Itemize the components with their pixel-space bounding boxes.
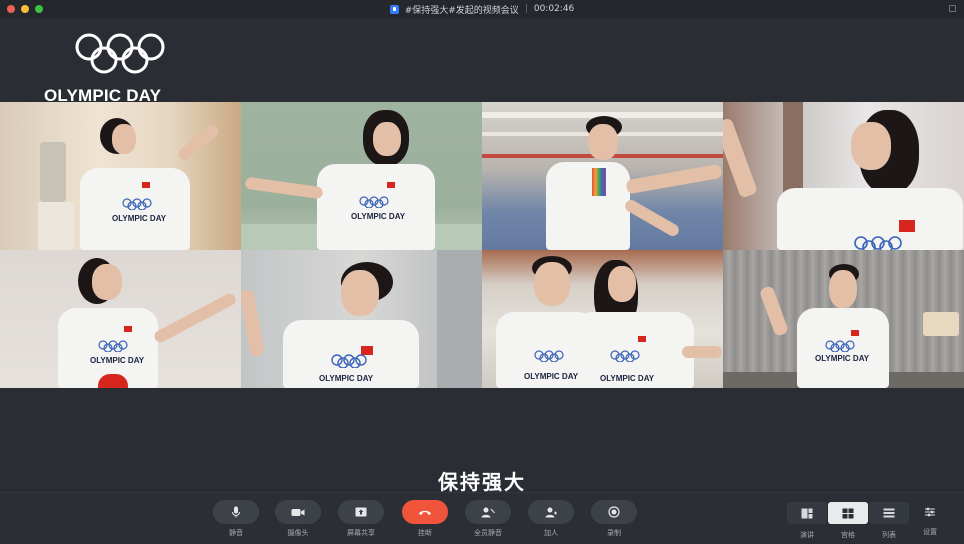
video-tile[interactable]: OLYMPIC DAY bbox=[241, 250, 482, 388]
shirt-text: OLYMPIC DAY bbox=[319, 374, 374, 383]
invite-button[interactable]: 加人 bbox=[528, 500, 574, 544]
window-title-area: #保持强大#发起的视频会议 | 00:02:46 bbox=[0, 0, 964, 18]
list-view-button[interactable]: 列表 bbox=[869, 502, 909, 540]
invite-pill bbox=[528, 500, 574, 524]
shirt-text: OLYMPIC DAY bbox=[112, 214, 167, 223]
shirt-text: OLYMPIC DAY bbox=[815, 354, 870, 363]
shirt-text: OLYMPIC DAY bbox=[351, 212, 406, 221]
camera-label: 摄像头 bbox=[287, 529, 309, 537]
olympic-day-logo: OLYMPIC DAY bbox=[44, 28, 204, 105]
leave-button[interactable]: 挂断 bbox=[402, 500, 448, 544]
mute-all-button[interactable]: 全员静音 bbox=[465, 500, 511, 544]
shirt-rings-icon bbox=[854, 236, 902, 250]
speaker-view-box bbox=[787, 502, 827, 524]
mute-all-icon bbox=[481, 507, 495, 517]
meeting-timer: 00:02:46 bbox=[533, 4, 575, 14]
caption-subtitle: 保持强大 bbox=[438, 470, 526, 494]
title-separator: | bbox=[524, 4, 528, 14]
video-tile[interactable]: OLYMPIC DAY bbox=[241, 102, 482, 250]
invite-label: 加人 bbox=[544, 529, 558, 537]
video-tile[interactable]: OLYMPIC DAY bbox=[0, 250, 241, 388]
list-view-label: 列表 bbox=[882, 531, 896, 539]
shirt-text: OLYMPIC DAY bbox=[90, 356, 145, 365]
shirt-text: OLYMPIC DAY bbox=[600, 374, 655, 383]
speaker-view-icon bbox=[801, 508, 813, 518]
mute-button[interactable]: 静音 bbox=[213, 500, 259, 544]
share-pill bbox=[338, 500, 384, 524]
leave-pill bbox=[402, 500, 448, 524]
meeting-toolbar: 静音 摄像头 屏幕共享 挂断 全员静音 加人 录制 演讲 宫格 列表 设置 bbox=[0, 492, 964, 544]
meeting-title: #保持强大#发起的视频会议 bbox=[404, 5, 519, 16]
share-screen-button[interactable]: 屏幕共享 bbox=[338, 500, 384, 544]
shirt-rings-icon bbox=[534, 350, 564, 362]
video-tile[interactable]: OLYMPIC DAY OLYMPIC DAY bbox=[482, 250, 723, 388]
shirt-rings-icon bbox=[825, 340, 855, 352]
video-tile[interactable]: OLYMPIC DAY bbox=[723, 250, 964, 388]
shirt-rings-icon bbox=[122, 198, 152, 210]
video-tile[interactable]: OLYMPIC DAY bbox=[0, 102, 241, 250]
video-tile[interactable] bbox=[723, 102, 964, 250]
list-view-icon bbox=[883, 508, 895, 518]
video-camera-icon bbox=[291, 508, 305, 516]
camera-pill bbox=[275, 500, 321, 524]
speaker-view-label: 演讲 bbox=[800, 531, 814, 539]
video-grid: OLYMPIC DAY OLYMPIC DAY OLYMPIC DAY OLYM… bbox=[0, 102, 964, 388]
record-pill bbox=[591, 500, 637, 524]
settings-label: 设置 bbox=[923, 528, 937, 536]
shirt-text: OLYMPIC DAY bbox=[524, 372, 579, 381]
share-screen-label: 屏幕共享 bbox=[347, 529, 375, 537]
speaker-view-button[interactable]: 演讲 bbox=[787, 502, 827, 540]
leave-label: 挂断 bbox=[418, 529, 432, 537]
record-label: 录制 bbox=[607, 529, 621, 537]
mute-label: 静音 bbox=[229, 529, 243, 537]
shirt-rings-icon bbox=[359, 196, 389, 208]
settings-button[interactable]: 设置 bbox=[918, 506, 942, 540]
shirt-rings-icon bbox=[610, 350, 640, 362]
window-menu-icon[interactable] bbox=[949, 5, 956, 12]
settings-sliders-icon bbox=[925, 507, 935, 517]
meeting-window: #保持强大#发起的视频会议 | 00:02:46 OLYMPIC DAY OLY… bbox=[0, 0, 964, 544]
gallery-view-label: 宫格 bbox=[841, 531, 855, 539]
gallery-view-button[interactable]: 宫格 bbox=[828, 502, 868, 540]
mute-pill bbox=[213, 500, 259, 524]
microphone-icon bbox=[232, 506, 240, 518]
mute-all-pill bbox=[465, 500, 511, 524]
grid-view-icon bbox=[842, 508, 854, 518]
record-icon bbox=[608, 506, 620, 518]
olympic-rings-icon bbox=[75, 33, 165, 74]
shield-icon bbox=[389, 4, 399, 14]
screen-share-icon bbox=[355, 507, 367, 517]
list-view-box bbox=[869, 502, 909, 524]
shirt-rings-icon bbox=[98, 340, 128, 352]
shirt-rings-icon bbox=[331, 354, 367, 368]
gallery-view-box bbox=[828, 502, 868, 524]
title-bar: #保持强大#发起的视频会议 | 00:02:46 bbox=[0, 0, 964, 18]
add-user-icon bbox=[545, 507, 557, 517]
video-tile[interactable] bbox=[482, 102, 723, 250]
hang-up-icon bbox=[419, 510, 431, 515]
record-button[interactable]: 录制 bbox=[591, 500, 637, 544]
camera-button[interactable]: 摄像头 bbox=[275, 500, 321, 544]
mute-all-label: 全员静音 bbox=[474, 529, 502, 537]
